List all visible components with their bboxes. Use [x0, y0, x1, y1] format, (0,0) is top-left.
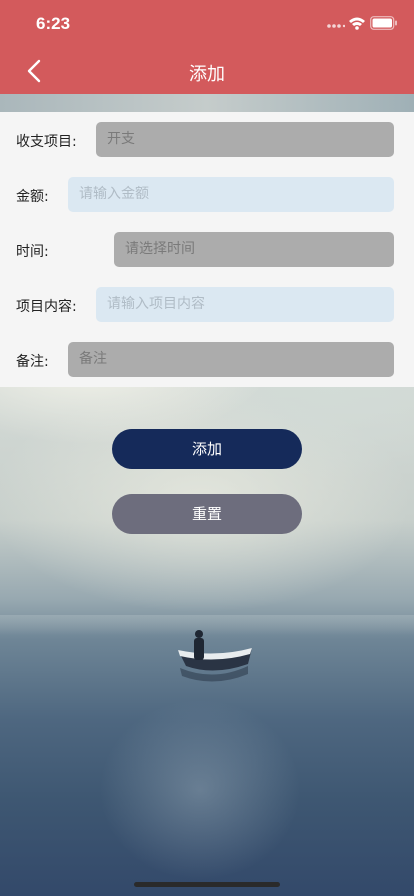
amount-label: 金额:: [16, 189, 49, 205]
form-row-note: 备注:: [0, 332, 414, 387]
content-input[interactable]: [96, 287, 394, 322]
wifi-icon: [349, 17, 365, 30]
status-time: 6:23: [36, 14, 71, 33]
form-row-amount: 金额:: [0, 167, 414, 222]
boat-image: [178, 630, 252, 682]
nav-bar: 添加: [0, 48, 414, 94]
content-label: 项目内容:: [16, 299, 77, 315]
form-row-time: 时间:: [0, 222, 414, 277]
time-picker[interactable]: [114, 232, 394, 267]
add-button[interactable]: 添加: [112, 429, 302, 469]
note-label: 备注:: [16, 354, 49, 370]
signal-icon: [327, 24, 345, 28]
page-title: 添加: [189, 64, 225, 85]
category-select[interactable]: 开支: [96, 122, 394, 157]
time-label: 时间:: [16, 244, 49, 260]
status-bar: 6:23: [0, 0, 414, 48]
water-reflection: [100, 700, 300, 880]
note-input[interactable]: [68, 342, 394, 377]
reset-button[interactable]: 重置: [112, 494, 302, 534]
form-row-category: 收支项目: 开支: [0, 112, 414, 167]
form-row-content: 项目内容:: [0, 277, 414, 332]
background-strip: [0, 94, 414, 112]
category-label: 收支项目:: [16, 134, 77, 150]
home-indicator[interactable]: [134, 882, 280, 887]
amount-input[interactable]: [68, 177, 394, 212]
battery-icon: [370, 16, 397, 30]
add-form: 收支项目: 开支 金额: 时间: 项目内容: 备注:: [0, 112, 414, 387]
